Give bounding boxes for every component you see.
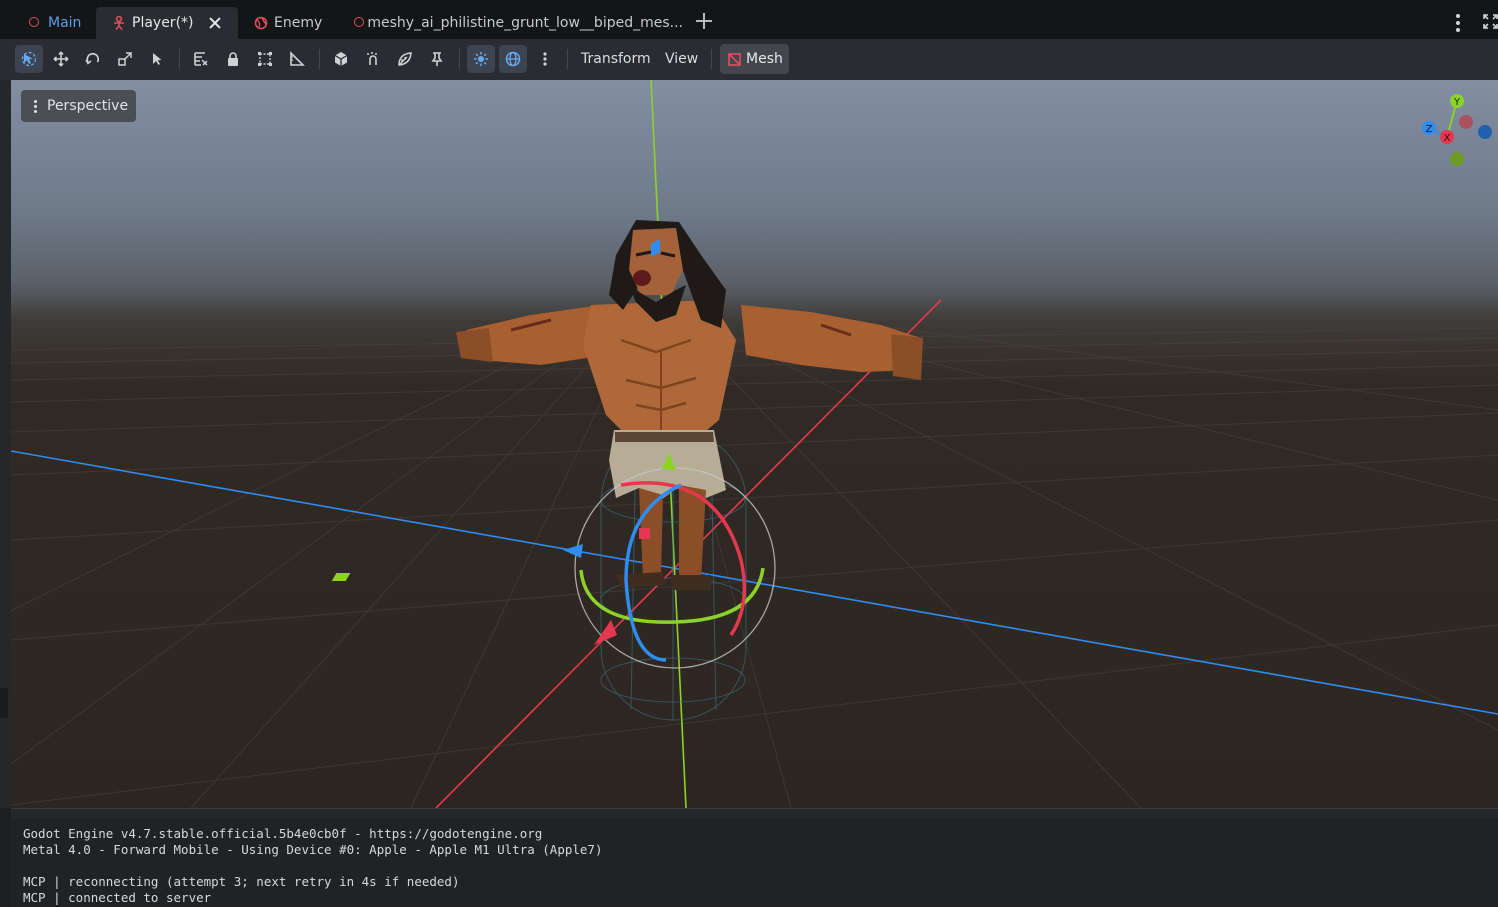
lock-icon — [228, 52, 238, 66]
globe-icon — [505, 51, 521, 67]
tab-label: meshy_ai_philistine_grunt_low__biped_mes… — [367, 15, 683, 31]
close-tab-icon[interactable] — [208, 16, 222, 30]
view-menu[interactable]: View — [665, 45, 698, 73]
3d-viewport[interactable]: Y Z X Perspective — [11, 80, 1498, 808]
output-log: Godot Engine v4.7.stable.official.5b4e0c… — [11, 818, 1498, 907]
dock-edge — [0, 80, 11, 808]
floor-grid — [11, 294, 1498, 808]
local-space-button[interactable] — [327, 45, 355, 73]
ruler-list-icon — [194, 52, 208, 66]
scene-ring-icon — [353, 16, 364, 30]
axis-x-label: X — [1444, 133, 1451, 144]
move-mode-button[interactable] — [47, 45, 75, 73]
rotate-icon — [85, 52, 100, 65]
mesh-menu[interactable]: Mesh — [720, 44, 789, 74]
perspective-menu-button[interactable]: Perspective — [21, 90, 136, 122]
log-line: MCP | connected to server — [23, 890, 212, 905]
tab-enemy[interactable]: Enemy — [244, 7, 336, 39]
panel-splitter[interactable] — [11, 808, 1498, 818]
add-tab-button[interactable] — [695, 12, 713, 30]
snap-icon — [367, 52, 377, 65]
toggle-environment-button[interactable] — [499, 45, 527, 73]
distraction-free-icon[interactable] — [1483, 14, 1498, 29]
ruler-icon — [290, 51, 305, 66]
move-icon — [53, 51, 69, 67]
tab-main[interactable]: Main — [18, 7, 96, 39]
tab-label: Enemy — [274, 15, 323, 31]
tab-menu-icon[interactable] — [1456, 14, 1462, 32]
character-node-icon — [112, 15, 126, 31]
mesh-menu-label: Mesh — [746, 51, 783, 67]
select-mode-button[interactable] — [15, 45, 43, 73]
log-line: Godot Engine v4.7.stable.official.5b4e0c… — [23, 826, 543, 841]
leaf-icon — [398, 52, 412, 66]
scene-tab-bar: Main Player(*) Enemy meshy_ai_philistine… — [0, 0, 1498, 39]
vertical-dots-icon — [543, 52, 547, 66]
tab-player[interactable]: Player(*) — [96, 7, 238, 39]
perspective-label: Perspective — [47, 98, 129, 114]
snap-button[interactable] — [359, 45, 387, 73]
tab-label: Player(*) — [132, 15, 194, 31]
physics-interpolation-button[interactable] — [391, 45, 419, 73]
group-button[interactable] — [251, 45, 279, 73]
ruler-tool-button[interactable] — [283, 45, 311, 73]
scale-mode-button[interactable] — [111, 45, 139, 73]
group-icon — [258, 52, 272, 66]
viewport-scene: Y Z X — [11, 80, 1498, 808]
axis-y-label: Y — [1453, 97, 1461, 108]
pin-icon — [431, 52, 443, 66]
axis-z-label: Z — [1426, 124, 1433, 135]
scale-icon — [118, 52, 132, 66]
viewport-toolbar: Transform View Mesh — [0, 39, 1498, 80]
sun-icon — [474, 52, 488, 66]
tab-label: Main — [48, 15, 82, 31]
rotate-mode-button[interactable] — [79, 45, 107, 73]
globe-node-icon — [254, 16, 268, 30]
list-select-button[interactable] — [143, 45, 171, 73]
log-line: Metal 4.0 - Forward Mobile - Using Devic… — [23, 842, 603, 857]
tab-mesh-scene[interactable]: meshy_ai_philistine_grunt_low__biped_mes… — [343, 7, 683, 39]
toggle-sun-button[interactable] — [467, 45, 495, 73]
environment-options-button[interactable] — [531, 45, 559, 73]
pointer-icon — [153, 53, 162, 65]
select-mode-icon — [21, 51, 37, 67]
lock-button[interactable] — [219, 45, 247, 73]
log-line: MCP | reconnecting (attempt 3; next retr… — [23, 874, 460, 889]
vertical-dots-icon — [34, 98, 38, 115]
scene-ring-icon — [28, 16, 42, 30]
mesh-icon — [728, 52, 741, 66]
transform-menu[interactable]: Transform — [581, 45, 651, 73]
axis-orientation-gizmo: Y Z X — [1422, 94, 1492, 166]
pin-button[interactable] — [423, 45, 451, 73]
ruler-button[interactable] — [187, 45, 215, 73]
cube-icon — [334, 52, 348, 66]
